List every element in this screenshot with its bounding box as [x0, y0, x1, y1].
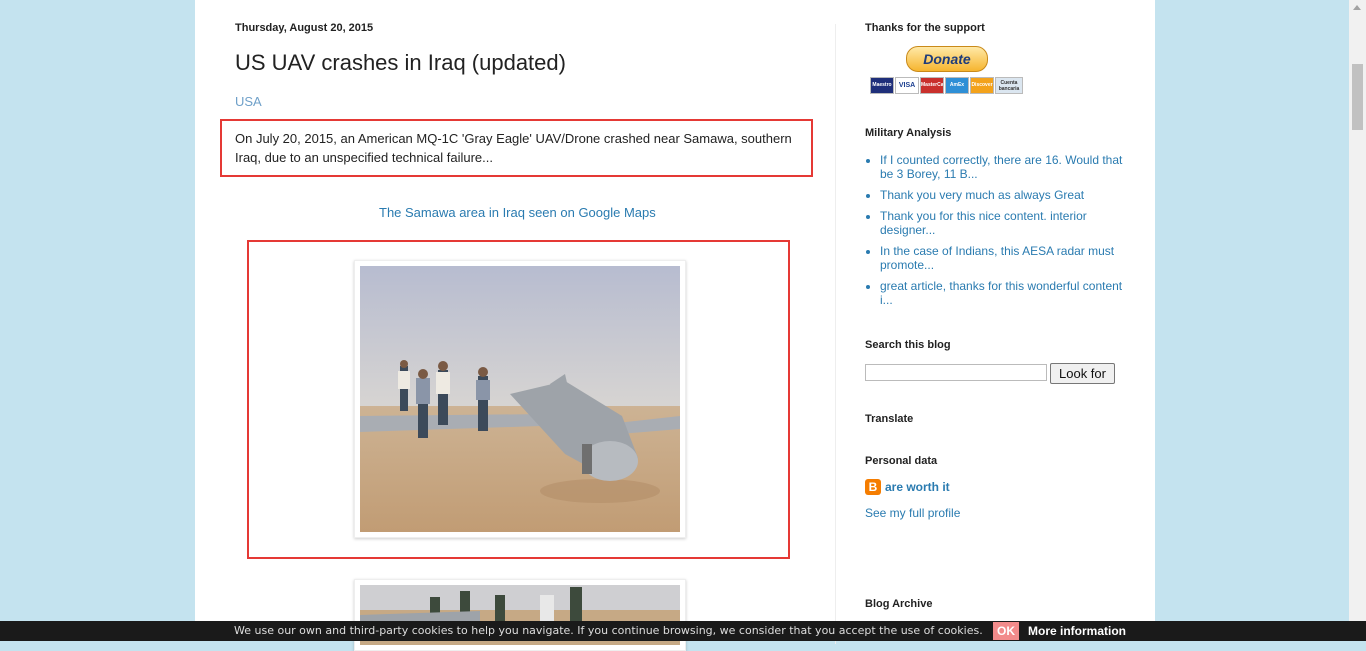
search-heading: Search this blog [865, 339, 951, 351]
search-input[interactable] [865, 364, 1047, 381]
donate-widget: Donate Maestro VISA MasterCard AmEx Disc… [870, 44, 1023, 96]
analysis-link[interactable]: In the case of Indians, this AESA radar … [880, 244, 1114, 272]
blogger-icon: B [865, 479, 881, 495]
scroll-up-icon[interactable] [1353, 5, 1361, 10]
analysis-link[interactable]: great article, thanks for this wonderful… [880, 279, 1122, 307]
analysis-list: If I counted correctly, there are 16. Wo… [865, 153, 1135, 314]
personal-heading: Personal data [865, 455, 938, 467]
crashed-drone-photo[interactable] [354, 260, 686, 538]
post-label-link[interactable]: USA [235, 94, 262, 109]
cookie-text: We use our own and third-party cookies t… [234, 624, 983, 637]
google-maps-link[interactable]: The Samawa area in Iraq seen on Google M… [379, 205, 656, 220]
crashed-drone-photo-image [360, 266, 680, 532]
cookie-bar: We use our own and third-party cookies t… [0, 621, 1366, 641]
analysis-link[interactable]: If I counted correctly, there are 16. Wo… [880, 153, 1122, 181]
donate-button[interactable]: Donate [906, 46, 988, 72]
maestro-card-icon: Maestro [870, 77, 894, 94]
cookie-ok-button[interactable]: OK [993, 622, 1019, 640]
amex-card-icon: AmEx [945, 77, 969, 94]
analysis-heading: Military Analysis [865, 127, 952, 139]
analysis-link[interactable]: Thank you for this nice content. interio… [880, 209, 1087, 237]
list-item[interactable]: Thank you for this nice content. interio… [880, 209, 1135, 237]
list-item[interactable]: If I counted correctly, there are 16. Wo… [880, 153, 1135, 181]
vertical-scrollbar[interactable] [1349, 0, 1366, 641]
list-item[interactable]: great article, thanks for this wonderful… [880, 279, 1135, 307]
translate-heading: Translate [865, 413, 914, 425]
cookie-more-info-link[interactable]: More information [1028, 624, 1126, 638]
list-item[interactable]: In the case of Indians, this AESA radar … [880, 244, 1135, 272]
mastercard-card-icon: MasterCard [920, 77, 944, 94]
column-divider [835, 24, 836, 644]
analysis-link[interactable]: Thank you very much as always Great [880, 188, 1084, 202]
discover-card-icon: Discover [970, 77, 994, 94]
list-item[interactable]: Thank you very much as always Great [880, 188, 1135, 202]
scroll-thumb[interactable] [1352, 64, 1363, 130]
blog-page: Thursday, August 20, 2015 US UAV crashes… [195, 0, 1155, 651]
payment-cards: Maestro VISA MasterCard AmEx Discover Cu… [870, 77, 1023, 94]
support-heading: Thanks for the support [865, 22, 985, 34]
bank-account-icon: Cuenta bancaria [995, 77, 1023, 94]
archive-heading: Blog Archive [865, 598, 933, 610]
post-title[interactable]: US UAV crashes in Iraq (updated) [235, 50, 566, 76]
visa-card-icon: VISA [895, 77, 919, 94]
profile-name-link[interactable]: are worth it [885, 480, 950, 494]
full-profile-link[interactable]: See my full profile [865, 506, 960, 520]
post-date: Thursday, August 20, 2015 [235, 22, 374, 34]
search-button[interactable]: Look for [1050, 363, 1115, 384]
post-snippet: On July 20, 2015, an American MQ-1C 'Gra… [235, 131, 792, 165]
